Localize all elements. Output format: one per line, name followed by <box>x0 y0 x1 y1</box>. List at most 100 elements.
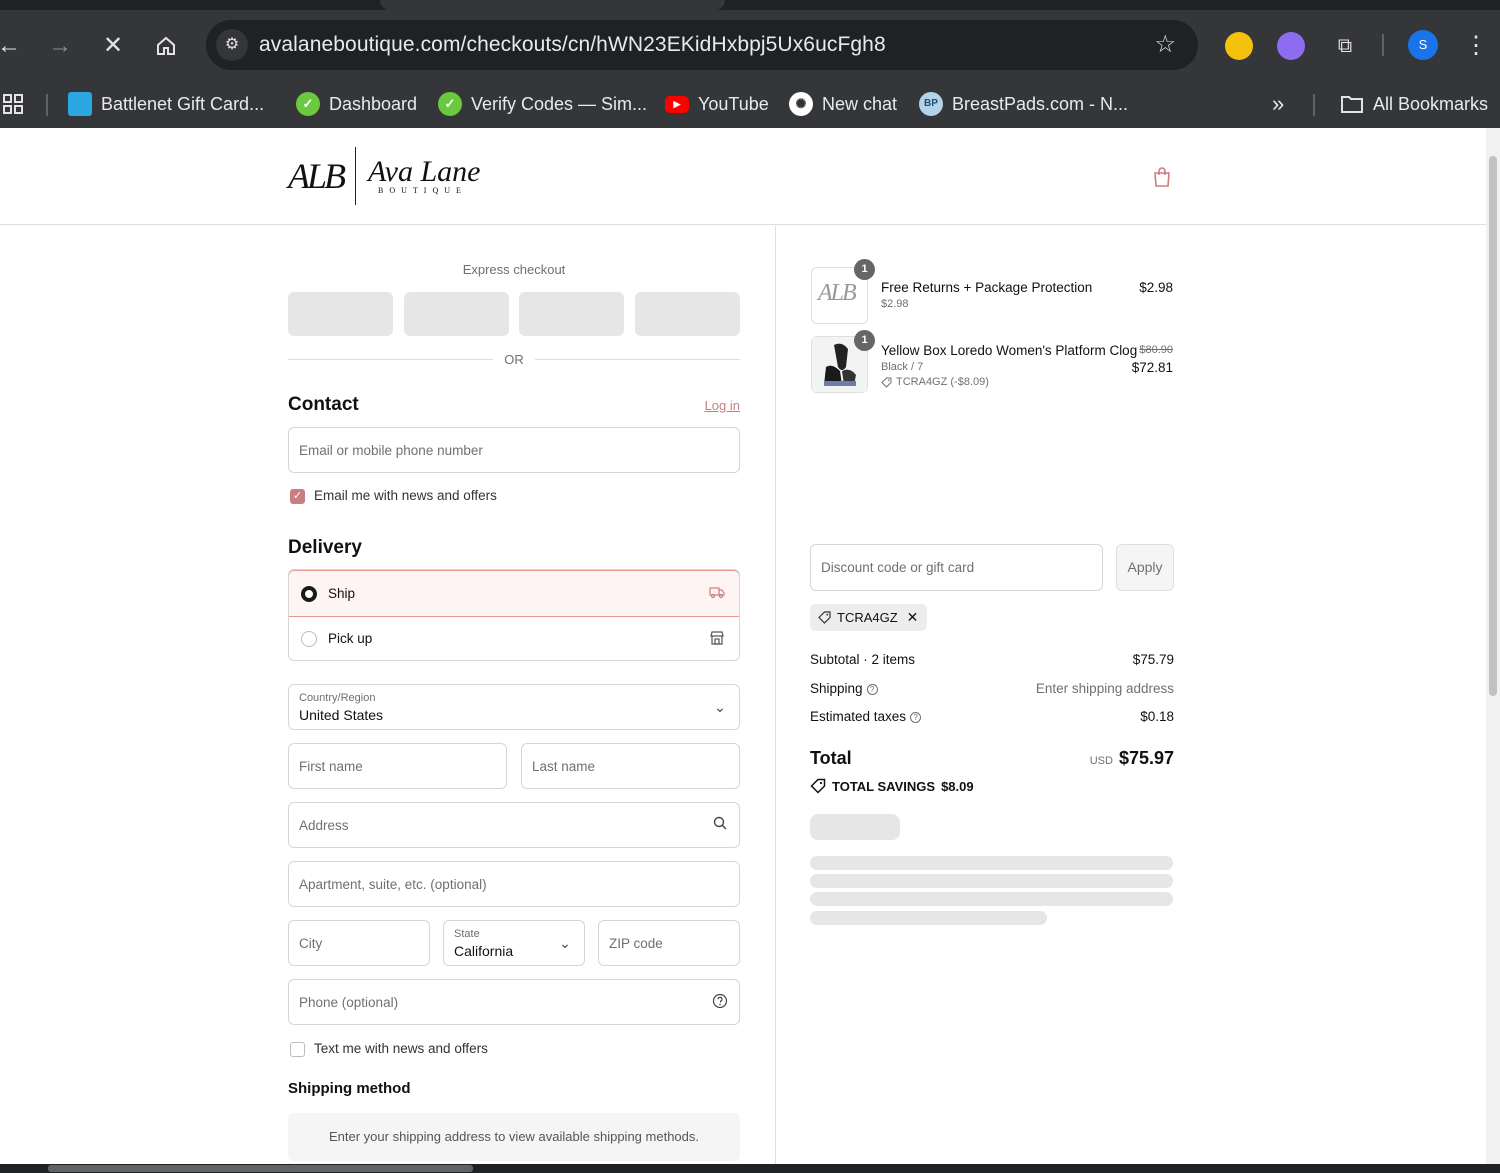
browser-toolbar: ← → ✕ ⚙ avalaneboutique.com/checkouts/cn… <box>0 10 1500 80</box>
last-name-field[interactable]: Last name <box>521 743 740 789</box>
total-value: $75.97 <box>1118 748 1174 768</box>
or-label: OR <box>504 352 524 367</box>
discount-placeholder: Discount code or gift card <box>821 560 975 575</box>
bookmark-label: Battlenet Gift Card... <box>101 93 265 114</box>
bookmark-battlenet[interactable]: Battlenet Gift Card... <box>68 87 264 121</box>
loading-skeleton <box>810 874 1173 888</box>
address-placeholder: Address <box>299 818 349 833</box>
email-placeholder: Email or mobile phone number <box>299 443 483 458</box>
country-value: United States <box>299 707 384 723</box>
extension-purple-icon[interactable] <box>1277 32 1305 60</box>
loading-skeleton <box>810 814 900 840</box>
savings-tag-icon <box>810 778 826 794</box>
address-bar[interactable]: ⚙ avalaneboutique.com/checkouts/cn/hWN23… <box>206 20 1198 70</box>
taxes-row: Estimated taxes? $0.18 <box>810 709 1174 724</box>
last-name-placeholder: Last name <box>532 759 596 774</box>
help-circle-icon[interactable]: ? <box>910 712 922 723</box>
bookmarks-divider <box>1313 94 1315 116</box>
express-pay-button-2[interactable] <box>404 292 509 336</box>
verify-favicon-icon: ✓ <box>438 92 462 116</box>
profile-avatar[interactable]: S <box>1408 30 1438 60</box>
back-icon[interactable]: ← <box>0 31 24 61</box>
bookmarks-divider <box>46 94 48 116</box>
search-icon <box>711 816 729 834</box>
truck-icon <box>709 585 725 602</box>
extension-coupon-icon[interactable] <box>1225 32 1253 60</box>
help-circle-icon[interactable] <box>711 993 729 1011</box>
extensions-puzzle-icon[interactable]: ⧉ <box>1330 31 1360 61</box>
delivery-option-pickup[interactable]: Pick up <box>289 616 739 660</box>
express-pay-button-1[interactable] <box>288 292 393 336</box>
chevron-down-icon: ⌄ <box>714 699 726 715</box>
site-info-icon[interactable]: ⚙ <box>216 29 248 61</box>
currency-code: USD <box>1089 755 1113 767</box>
express-checkout-label: Express checkout <box>462 262 566 277</box>
phone-placeholder: Phone (optional) <box>299 995 399 1010</box>
shopping-bag-icon[interactable] <box>1150 165 1174 189</box>
horizontal-scrollbar[interactable] <box>0 1164 1500 1173</box>
url-text[interactable]: avalaneboutique.com/checkouts/cn/hWN23EK… <box>259 33 886 57</box>
item-variant: Black / 7 <box>881 361 924 373</box>
apartment-field[interactable]: Apartment, suite, etc. (optional) <box>288 861 740 907</box>
vertical-scrollbar[interactable] <box>1486 128 1500 1164</box>
subtotal-label: Subtotal · 2 items <box>810 652 916 667</box>
scrollbar-thumb[interactable] <box>1489 156 1497 696</box>
home-icon[interactable] <box>151 31 181 61</box>
email-field[interactable]: Email or mobile phone number <box>288 427 740 473</box>
city-placeholder: City <box>299 936 323 951</box>
state-select[interactable]: State California ⌄ <box>443 920 585 966</box>
bookmark-youtube[interactable]: ▶ YouTube <box>665 87 769 121</box>
applied-discount-chip: TCRA4GZ ✕ <box>810 604 928 631</box>
email-news-label: Email me with news and offers <box>314 488 497 503</box>
apply-discount-button[interactable]: Apply <box>1116 544 1174 591</box>
more-bookmarks-chevron-icon[interactable]: » <box>1272 87 1284 121</box>
stop-loading-icon[interactable]: ✕ <box>98 31 128 61</box>
discount-code-field[interactable]: Discount code or gift card <box>810 544 1103 591</box>
zip-field[interactable]: ZIP code <box>598 920 740 966</box>
item-price: $72.81 <box>1131 360 1173 375</box>
forward-icon[interactable]: → <box>45 31 75 61</box>
bookmark-new-chat[interactable]: ✺ New chat <box>789 87 897 121</box>
scrollbar-thumb[interactable] <box>48 1165 473 1172</box>
tag-icon <box>881 377 892 388</box>
phone-field[interactable]: Phone (optional) <box>288 979 740 1025</box>
breastpads-favicon-icon: BP <box>919 92 943 116</box>
help-circle-icon[interactable]: ? <box>866 684 878 695</box>
bookmark-dashboard[interactable]: ✓ Dashboard <box>296 87 417 121</box>
country-select[interactable]: Country/Region United States ⌄ <box>288 684 740 730</box>
tag-icon <box>818 611 831 624</box>
total-amount: USD $75.97 <box>1090 748 1174 769</box>
address-field[interactable]: Address <box>288 802 740 848</box>
apps-grid-icon[interactable] <box>2 87 24 121</box>
menu-kebab-icon[interactable]: ⋮ <box>1461 31 1491 61</box>
express-pay-button-4[interactable] <box>635 292 740 336</box>
pickup-radio[interactable] <box>301 631 317 647</box>
text-news-checkbox[interactable] <box>290 1042 305 1057</box>
all-bookmarks-folder[interactable]: All Bookmarks <box>1340 87 1488 121</box>
savings-row: TOTAL SAVINGS $8.09 <box>810 778 1174 794</box>
taxes-value: $0.18 <box>1140 709 1174 724</box>
shipping-method-heading: Shipping method <box>288 1080 411 1097</box>
first-name-field[interactable]: First name <box>288 743 507 789</box>
delivery-options: Ship Pick up <box>288 569 740 661</box>
total-label: Total <box>810 748 852 768</box>
bookmark-breastpads[interactable]: BP BreastPads.com - N... <box>919 87 1128 121</box>
remove-discount-close-icon[interactable]: ✕ <box>907 609 919 626</box>
login-link[interactable]: Log in <box>680 398 740 413</box>
ship-radio[interactable] <box>301 586 317 602</box>
toolbar-divider <box>1382 34 1384 56</box>
store-logo[interactable]: ALB Ava Lane BOUTIQUE <box>288 146 481 206</box>
bookmark-verify-codes[interactable]: ✓ Verify Codes — Sim... <box>438 87 647 121</box>
subtotal-row: Subtotal · 2 items $75.79 <box>810 652 1174 667</box>
item-title: Yellow Box Loredo Women's Platform Clog <box>881 343 1138 358</box>
email-news-checkbox[interactable]: ✓ <box>290 489 305 504</box>
discount-line-text: TCRA4GZ (-$8.09) <box>896 376 989 388</box>
delivery-option-ship[interactable]: Ship <box>289 570 739 617</box>
bookmark-star-icon[interactable]: ☆ <box>1154 30 1176 59</box>
tab-active[interactable] <box>380 0 725 10</box>
express-pay-button-3[interactable] <box>519 292 624 336</box>
city-field[interactable]: City <box>288 920 430 966</box>
text-news-label: Text me with news and offers <box>314 1041 488 1056</box>
logo-divider <box>355 147 357 205</box>
taxes-label: Estimated taxes <box>810 709 907 724</box>
